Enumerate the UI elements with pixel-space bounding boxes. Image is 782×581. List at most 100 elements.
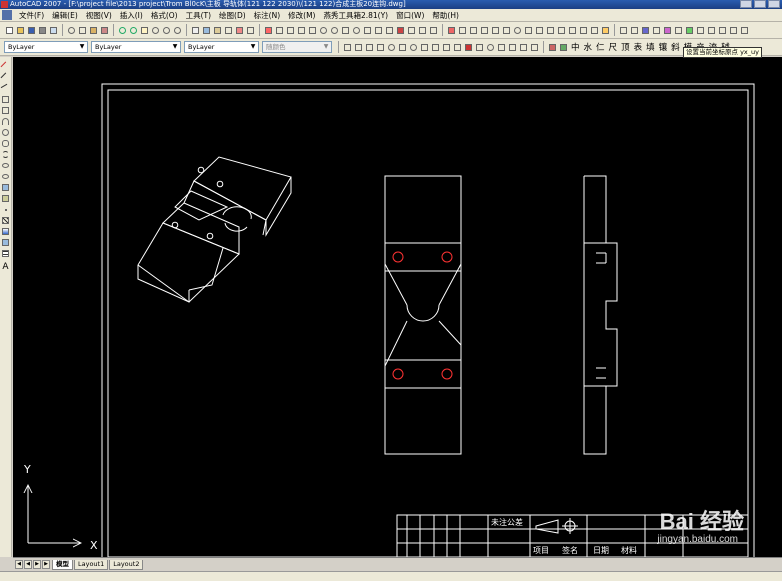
line-tool-icon[interactable]: [264, 25, 273, 36]
layer-combo[interactable]: ByLayer ▼: [4, 41, 88, 53]
region-icon[interactable]: [1, 238, 10, 247]
plugin-btn-shui[interactable]: 水: [584, 41, 593, 53]
drawing-canvas[interactable]: 未注公差 项目 签名 日期 材料 Y X Bai 经验 jingyan.baid…: [13, 57, 782, 557]
spline-tool-icon[interactable]: [341, 25, 350, 36]
zoom-realtime-icon[interactable]: [151, 25, 160, 36]
plugin-icon-2[interactable]: [559, 42, 568, 53]
dim-aligned-icon[interactable]: [354, 42, 363, 53]
dim-center-icon[interactable]: [486, 42, 495, 53]
dim-edit-icon[interactable]: [497, 42, 506, 53]
zoom-previous-icon[interactable]: [173, 25, 182, 36]
properties-icon[interactable]: [191, 25, 200, 36]
zoom-window-icon[interactable]: [162, 25, 171, 36]
markup-icon[interactable]: [235, 25, 244, 36]
close-button[interactable]: [768, 0, 780, 8]
menu-draw[interactable]: 绘图(D): [215, 10, 250, 21]
ellipse-arc-icon[interactable]: [1, 172, 10, 181]
yx-tool-3-icon[interactable]: [641, 25, 650, 36]
offset-icon[interactable]: [480, 25, 489, 36]
tool-palettes-icon[interactable]: [213, 25, 222, 36]
table-icon[interactable]: [1, 249, 10, 258]
insert-block-icon[interactable]: [363, 25, 372, 36]
circle-icon[interactable]: [1, 128, 10, 137]
new-icon[interactable]: [5, 25, 14, 36]
menu-dimension[interactable]: 标注(N): [250, 10, 284, 21]
dim-jogged-icon[interactable]: [398, 42, 407, 53]
dim-arc-icon[interactable]: [365, 42, 374, 53]
mtext-tool-icon[interactable]: [429, 25, 438, 36]
dim-tolerance-icon[interactable]: [475, 42, 484, 53]
move-icon[interactable]: [502, 25, 511, 36]
extend-icon[interactable]: [557, 25, 566, 36]
spline-icon[interactable]: [1, 150, 10, 159]
hatch-icon[interactable]: [1, 216, 10, 225]
first-tab-arrow-icon[interactable]: ◀: [15, 560, 23, 569]
next-tab-arrow-icon[interactable]: ▶: [33, 560, 41, 569]
minimize-button[interactable]: [740, 0, 752, 8]
break-icon[interactable]: [568, 25, 577, 36]
dim-ordinate-icon[interactable]: [376, 42, 385, 53]
plugin-btn-xiang[interactable]: 镶: [659, 41, 668, 53]
scale-icon[interactable]: [524, 25, 533, 36]
plugin-icon-1[interactable]: [548, 42, 557, 53]
menu-help[interactable]: 帮助(H): [428, 10, 463, 21]
array-icon[interactable]: [491, 25, 500, 36]
menu-yanxiu-toolbox[interactable]: 燕秀工具箱2.81(Y): [319, 10, 392, 21]
dim-continue-icon[interactable]: [453, 42, 462, 53]
construction-line-icon[interactable]: [0, 72, 11, 83]
copy-object-icon[interactable]: [458, 25, 467, 36]
menu-file[interactable]: 文件(F): [15, 10, 48, 21]
explode-icon[interactable]: [601, 25, 610, 36]
fillet-icon[interactable]: [590, 25, 599, 36]
quickcalc-icon[interactable]: [246, 25, 255, 36]
tab-layout2[interactable]: Layout2: [109, 559, 144, 570]
redo-icon[interactable]: [129, 25, 138, 36]
trim-icon[interactable]: [546, 25, 555, 36]
dim-baseline-icon[interactable]: [442, 42, 451, 53]
menu-window[interactable]: 窗口(W): [392, 10, 428, 21]
menu-view[interactable]: 视图(V): [82, 10, 116, 21]
polygon-icon[interactable]: [1, 95, 10, 104]
xline-tool-icon[interactable]: [275, 25, 284, 36]
autocad-app-icon[interactable]: [1, 1, 8, 8]
plugin-btn-tian[interactable]: 填: [646, 41, 655, 53]
polyline-icon[interactable]: [0, 83, 11, 94]
yx-tool-1-icon[interactable]: [619, 25, 628, 36]
tab-layout1[interactable]: Layout1: [74, 559, 109, 570]
yx-tool-7-icon[interactable]: [685, 25, 694, 36]
circle-tool-icon[interactable]: [330, 25, 339, 36]
plugin-btn-xie[interactable]: 斜: [671, 41, 680, 53]
plugin-btn-ding[interactable]: 顶: [621, 41, 630, 53]
yx-tool-9-icon[interactable]: [707, 25, 716, 36]
match-properties-icon[interactable]: [100, 25, 109, 36]
dim-leader-icon[interactable]: [464, 42, 473, 53]
copy-icon[interactable]: [78, 25, 87, 36]
plugin-btn-biao[interactable]: 表: [634, 41, 643, 53]
erase-icon[interactable]: [447, 25, 456, 36]
linetype-combo[interactable]: ByLayer ▼: [91, 41, 181, 53]
dim-style-icon[interactable]: [530, 42, 539, 53]
table-tool-icon[interactable]: [418, 25, 427, 36]
polygon-tool-icon[interactable]: [297, 25, 306, 36]
make-block-icon[interactable]: [374, 25, 383, 36]
chamfer-icon[interactable]: [579, 25, 588, 36]
paste-icon[interactable]: [89, 25, 98, 36]
ellipse-icon[interactable]: [1, 161, 10, 170]
yx-tool-12-icon[interactable]: [740, 25, 749, 36]
rotate-icon[interactable]: [513, 25, 522, 36]
lineweight-combo[interactable]: ByLayer ▼: [184, 41, 259, 53]
yx-tool-11-icon[interactable]: [729, 25, 738, 36]
ellipse-tool-icon[interactable]: [352, 25, 361, 36]
line-icon[interactable]: [0, 61, 11, 72]
undo-icon[interactable]: [118, 25, 127, 36]
tab-model[interactable]: 模型: [52, 559, 73, 570]
menu-modify[interactable]: 修改(M): [284, 10, 319, 21]
region-tool-icon[interactable]: [407, 25, 416, 36]
multiline-text-icon[interactable]: A: [2, 262, 8, 272]
open-icon[interactable]: [16, 25, 25, 36]
maximize-button[interactable]: [754, 0, 766, 8]
document-icon[interactable]: [2, 10, 12, 20]
arc-tool-icon[interactable]: [319, 25, 328, 36]
plugin-btn-zhong[interactable]: 中: [571, 41, 580, 53]
menu-edit[interactable]: 编辑(E): [48, 10, 82, 21]
